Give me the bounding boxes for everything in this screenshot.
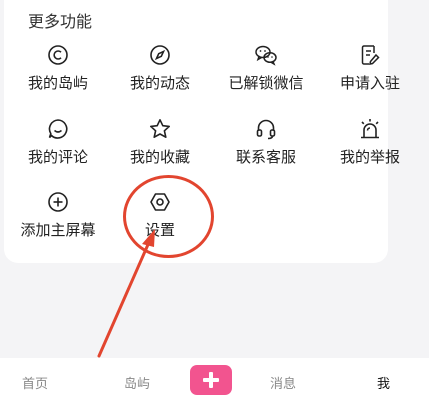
my-favorites-button[interactable]: 我的收藏 (110, 118, 210, 178)
create-post-button[interactable] (190, 365, 232, 395)
contact-service-label: 联系客服 (235, 148, 296, 166)
alarm-icon (361, 119, 379, 139)
unlocked-wechat-label: 已解锁微信 (228, 74, 304, 92)
nav-island[interactable]: 岛屿 (124, 373, 150, 392)
my-posts-label: 我的动态 (129, 74, 190, 92)
star-icon (150, 119, 170, 138)
headset-icon (256, 119, 276, 140)
nav-me[interactable]: 我 (377, 373, 390, 392)
apply-settle-label: 申请入驻 (339, 74, 400, 92)
my-comments-label: 我的评论 (27, 148, 88, 166)
my-comments-button[interactable]: 我的评论 (8, 118, 108, 178)
my-favorites-label: 我的收藏 (129, 148, 190, 166)
compass-icon (150, 45, 170, 65)
gear-hexagon-icon (150, 193, 170, 211)
copyright-circle-icon (48, 45, 68, 65)
more-functions-card: 更多功能 我的岛屿 我的动态 已解锁微信 申请入驻 我的评论 我的收藏 联系客服… (4, 0, 400, 263)
unlocked-wechat-button[interactable]: 已解锁微信 (216, 44, 316, 104)
my-reports-button[interactable]: 我的举报 (320, 118, 420, 178)
nav-messages[interactable]: 消息 (270, 373, 296, 392)
bottom-nav: 首页 岛屿 消息 我 (0, 358, 429, 405)
my-island-button[interactable]: 我的岛屿 (8, 44, 108, 104)
my-posts-button[interactable]: 我的动态 (110, 44, 210, 104)
my-reports-label: 我的举报 (339, 148, 400, 166)
chat-bubble-icon (48, 119, 68, 139)
settings-label: 设置 (144, 221, 175, 239)
add-to-homescreen-button[interactable]: 添加主屏幕 (8, 191, 108, 251)
settings-button[interactable]: 设置 (110, 191, 210, 251)
contact-service-button[interactable]: 联系客服 (216, 118, 316, 178)
edit-document-icon (361, 45, 380, 65)
wechat-icon (255, 45, 277, 66)
add-to-homescreen-label: 添加主屏幕 (20, 221, 96, 239)
plus-circle-icon (48, 192, 68, 212)
nav-home[interactable]: 首页 (22, 373, 48, 392)
apply-settle-button[interactable]: 申请入驻 (320, 44, 420, 104)
section-title: 更多功能 (28, 12, 93, 31)
my-island-label: 我的岛屿 (27, 74, 88, 92)
